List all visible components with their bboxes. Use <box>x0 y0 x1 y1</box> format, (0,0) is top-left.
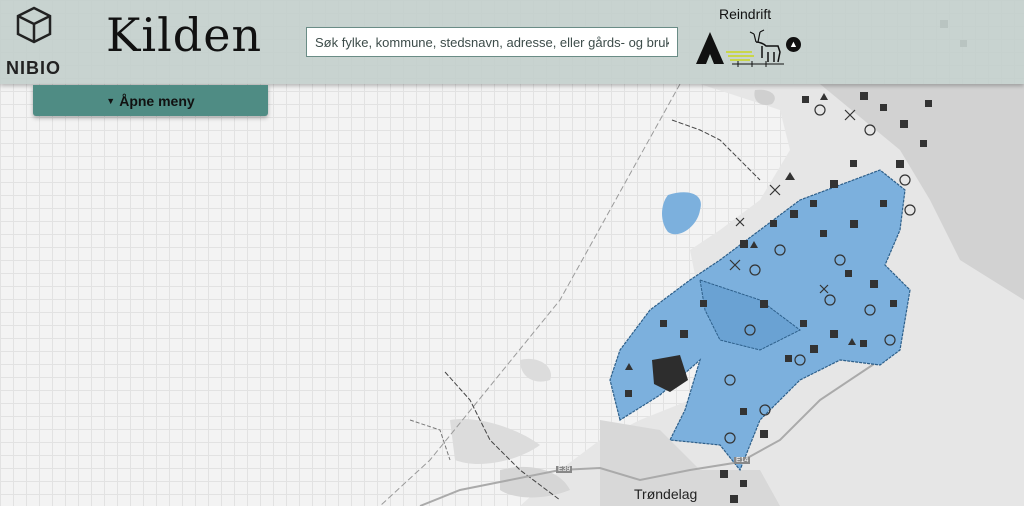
open-menu-button[interactable]: ▼ Åpne meny <box>33 85 268 116</box>
app-title: Kilden <box>106 8 263 62</box>
reindrift-theme-icon[interactable] <box>694 28 786 70</box>
road-label-e39: E39 <box>556 466 573 473</box>
caret-down-icon: ▼ <box>106 95 116 106</box>
theme-label: Reindrift <box>719 6 772 22</box>
nibio-logo-icon <box>16 6 52 44</box>
place-label: Trøndelag <box>634 486 698 502</box>
search-input[interactable] <box>306 27 678 57</box>
road-label-e14: E14 <box>734 457 751 464</box>
open-menu-label: Åpne meny <box>119 92 195 109</box>
org-name: NIBIO <box>6 58 62 78</box>
chevron-up-icon[interactable]: ▲ <box>786 37 801 52</box>
app-header: NIBIO Kilden Reindrift ▲ <box>0 0 1024 84</box>
